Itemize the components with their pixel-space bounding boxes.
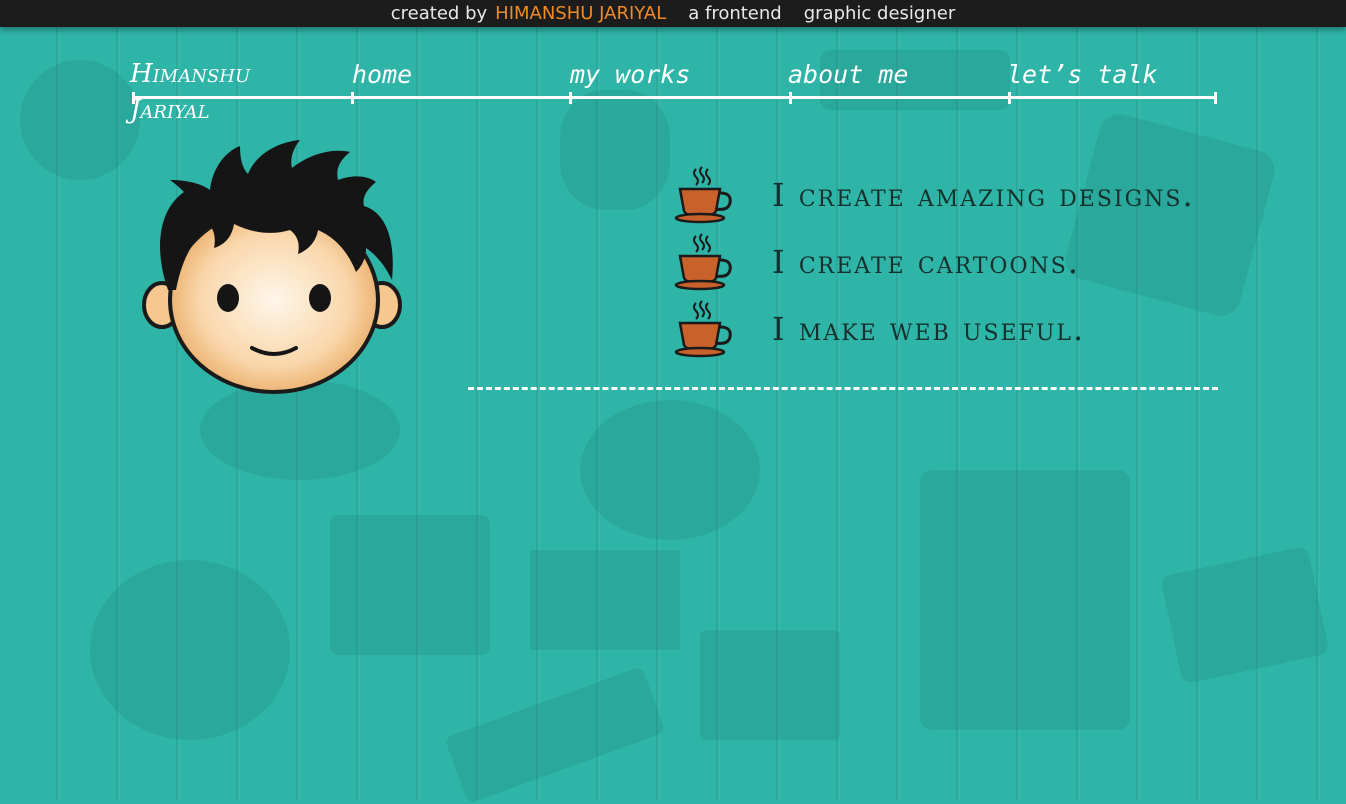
nav-about-me[interactable]: about me (788, 60, 908, 89)
nav-lets-talk[interactable]: let’s talk (1007, 60, 1158, 89)
author-name: HIMANSHU JARIYAL (495, 3, 667, 24)
coffee-cup-icon (674, 233, 732, 291)
nav-tick (1008, 92, 1011, 104)
background-doodle (580, 400, 760, 540)
background-doodle (20, 60, 140, 180)
feature-text: I create amazing designs. (772, 176, 1195, 214)
nav-my-works[interactable]: my works (570, 60, 690, 89)
nav-tick (1214, 92, 1217, 104)
feature-item: I make web useful. (672, 299, 1085, 359)
coffee-cup-icon (674, 166, 732, 224)
nav-tick (789, 92, 792, 104)
background-doodle (1160, 545, 1330, 685)
role-frontend: a frontend (688, 3, 782, 24)
top-banner: created by HIMANSHU JARIYAL a frontend g… (0, 0, 1346, 27)
logo-first-name: Himanshu (130, 59, 251, 89)
nav-divider (132, 96, 1217, 99)
background-doodle (90, 560, 290, 740)
nav-tick (351, 92, 354, 104)
background-doodle (560, 90, 670, 210)
background-doodle (700, 630, 840, 740)
coffee-cup-icon (674, 300, 732, 358)
nav-tick (132, 92, 135, 104)
nav-tick (569, 92, 572, 104)
role-graphic-designer: graphic designer (803, 3, 956, 24)
background-doodle (920, 470, 1130, 730)
site-logo[interactable]: Himanshu Jariyal (130, 56, 250, 128)
background-doodle (530, 550, 680, 650)
feature-text: I make web useful. (772, 310, 1086, 348)
feature-item: I create cartoons. (672, 232, 1080, 292)
cartoon-avatar (142, 140, 402, 394)
feature-text: I create cartoons. (772, 243, 1080, 281)
feature-item: I create amazing designs. (672, 165, 1195, 225)
created-by-label: created by (390, 3, 488, 24)
dashed-divider (468, 387, 1218, 390)
background-doodle (444, 666, 666, 804)
nav-home[interactable]: home (352, 60, 412, 89)
background-doodle (330, 515, 490, 655)
